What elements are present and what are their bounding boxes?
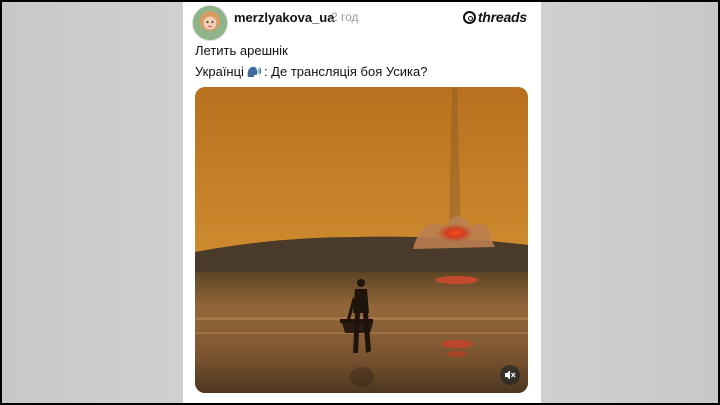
post-video[interactable] bbox=[195, 87, 528, 393]
mute-button[interactable] bbox=[500, 365, 520, 385]
username[interactable]: merzlyakova_ua bbox=[234, 10, 334, 25]
post-text-suffix: : Де трансляція боя Усика? bbox=[263, 64, 428, 79]
post-timestamp: 2 год bbox=[331, 10, 359, 24]
threads-post-card: merzlyakova_ua 2 год threads Летить ареш… bbox=[183, 2, 541, 403]
threads-wordmark: threads bbox=[477, 9, 527, 25]
muted-speaker-icon bbox=[505, 370, 516, 380]
threads-icon bbox=[462, 10, 476, 24]
speaking-head-icon bbox=[246, 65, 262, 79]
screen-background: merzlyakova_ua 2 год threads Летить ареш… bbox=[2, 2, 718, 403]
post-text-line-1: Летить арешнік bbox=[195, 43, 288, 58]
post-text-prefix: Українці bbox=[195, 64, 244, 79]
threads-logo: threads bbox=[462, 9, 527, 25]
avatar[interactable] bbox=[192, 5, 228, 41]
post-text-line-2: Українці : Де трансляція боя Усика? bbox=[195, 64, 427, 79]
